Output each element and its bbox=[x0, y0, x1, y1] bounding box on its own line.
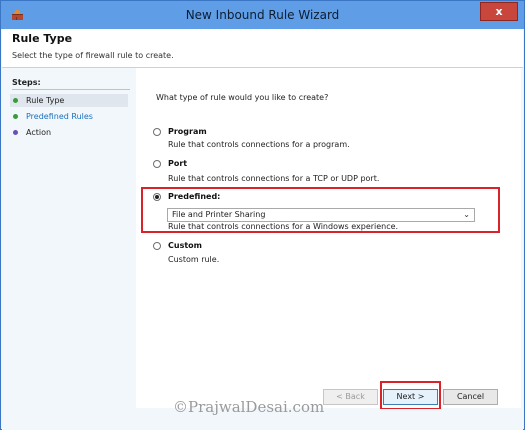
port-radio[interactable] bbox=[153, 160, 161, 168]
predefined-select[interactable]: File and Printer Sharing ⌄ bbox=[167, 208, 475, 222]
back-button[interactable]: < Back bbox=[323, 389, 378, 405]
step-rule-type[interactable]: Rule Type bbox=[10, 94, 128, 107]
wizard-window: New Inbound Rule Wizard x Rule Type Sele… bbox=[0, 0, 525, 430]
step-status-icon bbox=[13, 114, 18, 119]
port-option-title[interactable]: Port bbox=[168, 159, 187, 168]
custom-option-title[interactable]: Custom bbox=[168, 241, 202, 250]
custom-option-desc: Custom rule. bbox=[168, 255, 220, 264]
step-predefined-rules[interactable]: Predefined Rules bbox=[10, 110, 128, 123]
predefined-option-desc: Rule that controls connections for a Win… bbox=[168, 222, 399, 231]
main-panel: What type of rule would you like to crea… bbox=[136, 68, 521, 410]
cancel-button[interactable]: Cancel bbox=[443, 389, 498, 405]
program-radio[interactable] bbox=[153, 128, 161, 136]
close-button[interactable]: x bbox=[480, 2, 518, 21]
predefined-select-value: File and Printer Sharing bbox=[172, 210, 266, 219]
wizard-content: Steps: Rule Type Predefined Rules Action… bbox=[2, 68, 523, 430]
wizard-header: Rule Type Select the type of firewall ru… bbox=[2, 29, 523, 68]
step-action[interactable]: Action bbox=[10, 126, 128, 139]
predefined-radio[interactable] bbox=[153, 193, 161, 201]
page-title: Rule Type bbox=[12, 32, 73, 45]
step-label: Rule Type bbox=[26, 96, 65, 105]
custom-radio[interactable] bbox=[153, 242, 161, 250]
step-label: Action bbox=[26, 128, 52, 137]
watermark-text: ©PrajwalDesai.com bbox=[173, 398, 325, 416]
window-title: New Inbound Rule Wizard bbox=[185, 8, 340, 22]
program-option-title[interactable]: Program bbox=[168, 127, 207, 136]
predefined-option-title[interactable]: Predefined: bbox=[168, 192, 220, 201]
next-button[interactable]: Next > bbox=[383, 389, 438, 405]
port-option-desc: Rule that controls connections for a TCP… bbox=[168, 174, 380, 183]
title-bar[interactable]: New Inbound Rule Wizard x bbox=[1, 1, 524, 29]
program-option-desc: Rule that controls connections for a pro… bbox=[168, 140, 350, 149]
page-description: Select the type of firewall rule to crea… bbox=[12, 51, 174, 60]
chevron-down-icon[interactable]: ⌄ bbox=[463, 209, 470, 221]
step-label: Predefined Rules bbox=[26, 112, 93, 121]
steps-pane: Steps: Rule Type Predefined Rules Action bbox=[2, 68, 136, 430]
step-status-icon bbox=[13, 130, 18, 135]
rule-type-question: What type of rule would you like to crea… bbox=[156, 93, 329, 102]
steps-label: Steps: bbox=[12, 78, 130, 90]
step-status-icon bbox=[13, 98, 18, 103]
